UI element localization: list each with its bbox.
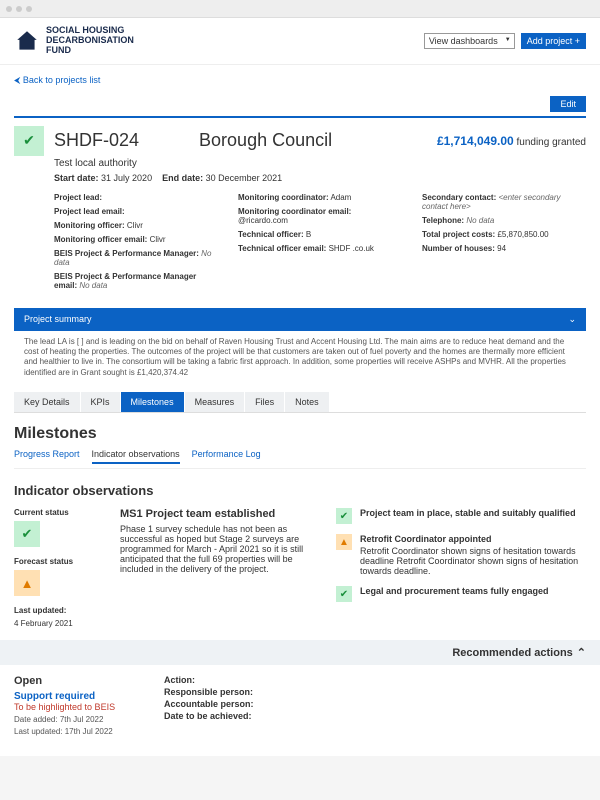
last-updated-value: 4 February 2021 [14,619,104,628]
view-dashboards-select[interactable]: View dashboards [424,33,515,49]
tab-notes[interactable]: Notes [285,392,329,412]
support-required-link[interactable]: Support required [14,691,144,702]
beis-highlight: To be highlighted to BEIS [14,702,144,712]
tab-kpis[interactable]: KPIs [81,392,120,412]
check-icon: ✔ [336,586,352,602]
subtabs: Progress Report Indicator observations P… [14,449,586,469]
funding-label: funding granted [516,137,586,148]
project-council: Borough Council [199,130,332,151]
date-achieved-label: Date to be achieved: [164,711,252,721]
page-header: SOCIAL HOUSING DECARBONISATION FUND View… [0,18,600,65]
end-date: 30 December 2021 [206,173,283,183]
current-status-label: Current status [14,508,104,517]
tab-milestones[interactable]: Milestones [121,392,184,412]
house-icon [14,28,40,54]
start-date-label: Start date: [54,173,99,183]
edit-button[interactable]: Edit [550,96,586,112]
observations: Current status ✔ Forecast status ▲ Last … [14,508,586,628]
section-title: Milestones [14,425,586,443]
chevron-up-icon: ⌃ [577,646,586,659]
warning-icon: ▲ [14,570,40,596]
milestone-body: Phase 1 survey schedule has not been as … [120,524,320,574]
project-card: ✔ SHDF-024 Borough Council £1,714,049.00… [14,116,586,298]
window-dot [6,6,12,12]
forecast-status-label: Forecast status [14,557,104,566]
obs-item: ✔ Legal and procurement teams fully enga… [336,586,586,602]
details-grid: Project lead: Project lead email: Monito… [54,193,586,290]
chevron-down-icon: ⌄ [568,314,576,325]
subtab-indicator[interactable]: Indicator observations [92,449,180,464]
status-check-icon: ✔ [14,126,44,156]
project-summary-bar[interactable]: Project summary ⌄ [14,308,586,331]
recommended-actions-bar[interactable]: Recommended actions ⌃ [0,640,600,665]
project-summary-text: The lead LA is [ ] and is leading on the… [0,331,600,385]
window-dot [16,6,22,12]
accountable-label: Accountable person: [164,699,254,709]
action-open: Open [14,675,144,687]
add-project-button[interactable]: Add project + [521,33,586,49]
subtab-perflog[interactable]: Performance Log [192,449,261,464]
obs-item: ▲ Retrofit Coordinator appointed Retrofi… [336,534,586,576]
subtab-progress[interactable]: Progress Report [14,449,80,464]
actions-area: Open Support required To be highlighted … [0,665,600,756]
warning-icon: ▲ [336,534,352,550]
tab-measures[interactable]: Measures [185,392,245,412]
tab-key-details[interactable]: Key Details [14,392,80,412]
browser-chrome [0,0,600,18]
funding-amount: £1,714,049.00 [437,134,514,148]
back-link[interactable]: ⮜ Back to projects list [0,65,114,96]
check-icon: ✔ [336,508,352,524]
obs-item: ✔ Project team in place, stable and suit… [336,508,586,524]
project-code: SHDF-024 [54,130,139,151]
responsible-label: Responsible person: [164,687,253,697]
check-icon: ✔ [14,521,40,547]
project-subtitle: Test local authority [54,158,586,169]
tab-files[interactable]: Files [245,392,284,412]
logo: SOCIAL HOUSING DECARBONISATION FUND [14,26,134,56]
logo-line3: FUND [46,46,134,56]
last-updated-label: Last updated: [14,606,104,615]
subsection-title: Indicator observations [14,483,586,498]
action-label: Action: [164,675,195,685]
end-date-label: End date: [162,173,203,183]
start-date: 31 July 2020 [101,173,152,183]
milestone-title: MS1 Project team established [120,508,320,520]
window-dot [26,6,32,12]
tabs: Key Details KPIs Milestones Measures Fil… [14,392,586,413]
